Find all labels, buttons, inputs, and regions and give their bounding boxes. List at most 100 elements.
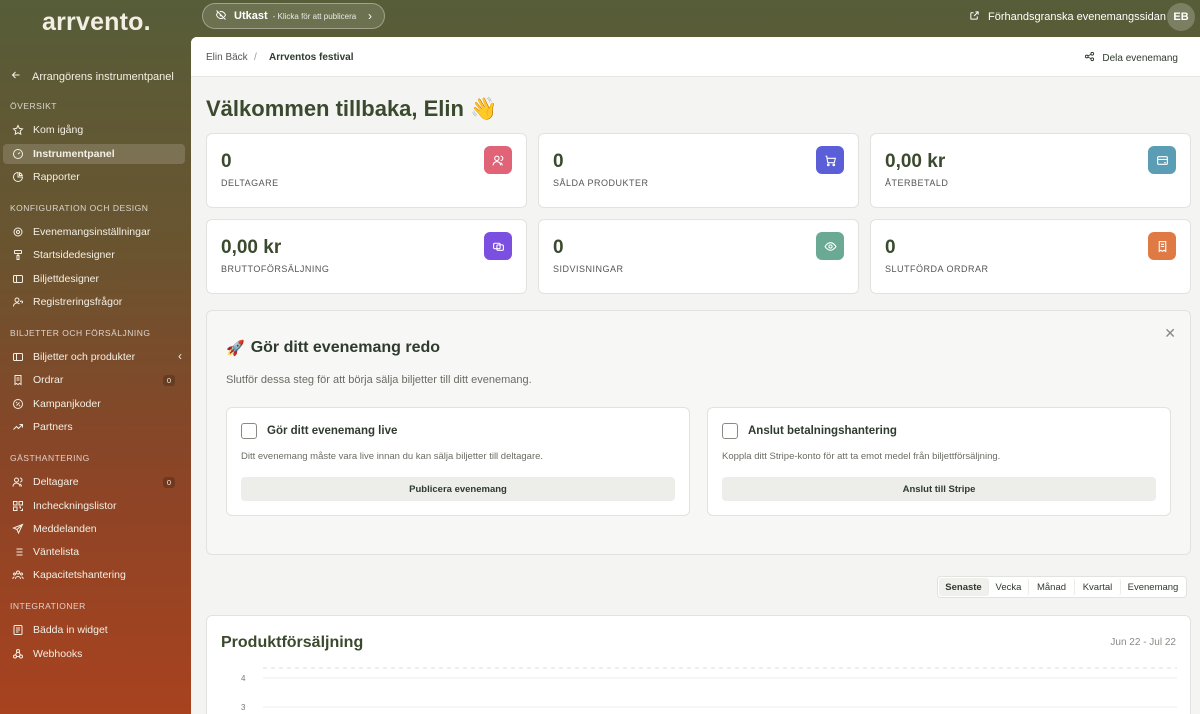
main-content: Elin Bäck / Arrventos festival Dela even…	[191, 37, 1200, 714]
stat-label: SLUTFÖRDA ORDRAR	[885, 264, 989, 274]
sidebar-item-partners[interactable]: Partners	[3, 417, 185, 437]
step-description: Ditt evenemang måste vara live innan du …	[241, 451, 544, 462]
sidebar-item-promo-codes[interactable]: Kampanjkoder	[3, 394, 185, 414]
attendees-count-badge: 0	[163, 477, 175, 488]
onboarding-subtitle: Slutför dessa steg för att börja sälja b…	[226, 374, 532, 386]
stat-value: 0	[553, 237, 564, 258]
page-title: Välkommen tillbaka, Elin 👋	[206, 96, 498, 121]
external-link-icon	[969, 10, 980, 24]
period-tab-latest[interactable]: Senaste	[939, 578, 989, 596]
ticket-icon	[11, 351, 24, 364]
step-title: Gör ditt evenemang live	[267, 425, 398, 437]
breadcrumb-organizer[interactable]: Elin Bäck	[206, 52, 248, 63]
sidebar-item-get-started[interactable]: Kom igång	[3, 120, 185, 140]
credit-card-refund-icon	[1148, 146, 1176, 174]
send-icon	[11, 523, 24, 536]
sidebar-item-label: Kampanjkoder	[33, 398, 101, 410]
stat-value: 0,00 kr	[221, 237, 282, 258]
sidebar-item-tickets-products[interactable]: Biljetter och produkter ‹	[3, 347, 185, 367]
close-icon[interactable]: ✕	[1164, 325, 1176, 342]
chart-date-range: Jun 22 - Jul 22	[1110, 637, 1176, 648]
users-group-icon	[11, 569, 24, 582]
back-to-dashboard-link[interactable]: Arrangörens instrumentpanel	[10, 69, 174, 84]
avatar[interactable]: EB	[1167, 3, 1195, 31]
publish-status-pill[interactable]: Utkast - Klicka för att publicera ›	[202, 3, 385, 29]
period-tab-quarter[interactable]: Kvartal	[1075, 578, 1121, 596]
stat-card-gross-sales[interactable]: 0,00 kr BRUTTOFÖRSÄLJNING	[206, 219, 527, 294]
sidebar-item-webhooks[interactable]: Webhooks	[3, 644, 185, 664]
sidebar-item-label: Registreringsfrågor	[33, 296, 123, 308]
sidebar-item-registration-questions[interactable]: Registreringsfrågor	[3, 292, 185, 312]
stat-value: 0	[553, 151, 564, 172]
stat-label: BRUTTOFÖRSÄLJNING	[221, 264, 330, 274]
step-checkbox[interactable]	[722, 423, 738, 439]
section-title-guests: GÄSTHANTERING	[10, 453, 90, 463]
stat-card-refunded[interactable]: 0,00 kr ÅTERBETALD	[870, 133, 1191, 208]
cart-icon	[816, 146, 844, 174]
sidebar-item-label: Webhooks	[33, 648, 83, 660]
logo[interactable]: arrvento.	[42, 8, 151, 37]
sidebar-item-label: Kom igång	[33, 124, 84, 136]
onboarding-title-text: Gör ditt evenemang redo	[250, 339, 441, 356]
sidebar-item-label: Incheckningslistor	[33, 500, 117, 512]
sidebar-item-label: Bädda in widget	[33, 624, 108, 636]
step-card-go-live: Gör ditt evenemang live Ditt evenemang m…	[226, 407, 690, 516]
stat-card-attendees[interactable]: 0 DELTAGARE	[206, 133, 527, 208]
sidebar-item-orders[interactable]: Ordrar 0	[3, 370, 185, 390]
stat-label: ÅTERBETALD	[885, 178, 949, 188]
step-card-payments: Anslut betalningshantering Koppla ditt S…	[707, 407, 1171, 516]
section-title-tickets: BILJETTER OCH FÖRSÄLJNING	[10, 328, 151, 338]
preview-event-page-link[interactable]: Förhandsgranska evenemangssidan	[969, 10, 1166, 24]
sidebar-item-checkin-lists[interactable]: Incheckningslistor	[3, 496, 185, 516]
sidebar-item-label: Instrumentpanel	[33, 148, 115, 160]
sidebar-item-label: Meddelanden	[33, 523, 97, 535]
users-icon	[484, 146, 512, 174]
webhook-icon	[11, 648, 24, 661]
back-label: Arrangörens instrumentpanel	[32, 70, 174, 83]
y-tick-label: 3	[241, 703, 246, 712]
sidebar-item-messages[interactable]: Meddelanden	[3, 519, 185, 539]
step-checkbox[interactable]	[241, 423, 257, 439]
stat-card-completed-orders[interactable]: 0 SLUTFÖRDA ORDRAR	[870, 219, 1191, 294]
sidebar-item-event-settings[interactable]: Evenemangsinställningar	[3, 222, 185, 242]
sidebar-item-reports[interactable]: Rapporter	[3, 167, 185, 187]
sidebar-item-label: Partners	[33, 421, 73, 433]
sidebar-item-waitlist[interactable]: Väntelista	[3, 542, 185, 562]
coins-icon	[484, 232, 512, 260]
sidebar-item-label: Evenemangsinställningar	[33, 226, 151, 238]
sidebar-item-embed-widget[interactable]: Bädda in widget	[3, 620, 185, 640]
users-icon	[11, 476, 24, 489]
section-title-integrations: INTEGRATIONER	[10, 601, 86, 611]
section-title-overview: ÖVERSIKT	[10, 101, 57, 111]
period-tab-event[interactable]: Evenemang	[1121, 578, 1185, 596]
step-description: Koppla ditt Stripe-konto för att ta emot…	[722, 451, 1001, 462]
sidebar-item-label: Startsidedesigner	[33, 249, 115, 261]
eye-icon	[816, 232, 844, 260]
sidebar: Arrangörens instrumentpanel ÖVERSIKT Kom…	[0, 37, 191, 714]
preview-label: Förhandsgranska evenemangssidan	[988, 11, 1166, 23]
stat-card-products-sold[interactable]: 0 SÅLDA PRODUKTER	[538, 133, 859, 208]
chevron-left-icon[interactable]: ‹	[178, 349, 182, 363]
period-tab-week[interactable]: Vecka	[989, 578, 1029, 596]
trending-icon	[11, 421, 24, 434]
eye-off-icon	[215, 9, 227, 24]
sidebar-item-attendees[interactable]: Deltagare 0	[3, 472, 185, 492]
receipt-icon	[1148, 232, 1176, 260]
user-question-icon	[11, 296, 24, 309]
sidebar-item-capacity[interactable]: Kapacitetshantering	[3, 565, 185, 585]
sidebar-item-dashboard[interactable]: Instrumentpanel	[3, 144, 185, 164]
discount-icon	[11, 398, 24, 411]
draft-hint: - Klicka för att publicera	[272, 11, 357, 21]
breadcrumb-event[interactable]: Arrventos festival	[269, 52, 353, 63]
sidebar-item-label: Kapacitetshantering	[33, 569, 126, 581]
share-event-button[interactable]: Dela evenemang	[1084, 51, 1178, 65]
sidebar-item-label: Väntelista	[33, 546, 80, 558]
period-tab-month[interactable]: Månad	[1029, 578, 1075, 596]
publish-event-button[interactable]: Publicera evenemang	[241, 477, 675, 501]
sidebar-item-label: Rapporter	[33, 171, 80, 183]
sidebar-item-homepage-designer[interactable]: Startsidedesigner	[3, 245, 185, 265]
connect-stripe-button[interactable]: Anslut till Stripe	[722, 477, 1156, 501]
section-title-config: KONFIGURATION OCH DESIGN	[10, 203, 149, 213]
stat-card-page-views[interactable]: 0 SIDVISNINGAR	[538, 219, 859, 294]
sidebar-item-ticket-designer[interactable]: Biljettdesigner	[3, 269, 185, 289]
